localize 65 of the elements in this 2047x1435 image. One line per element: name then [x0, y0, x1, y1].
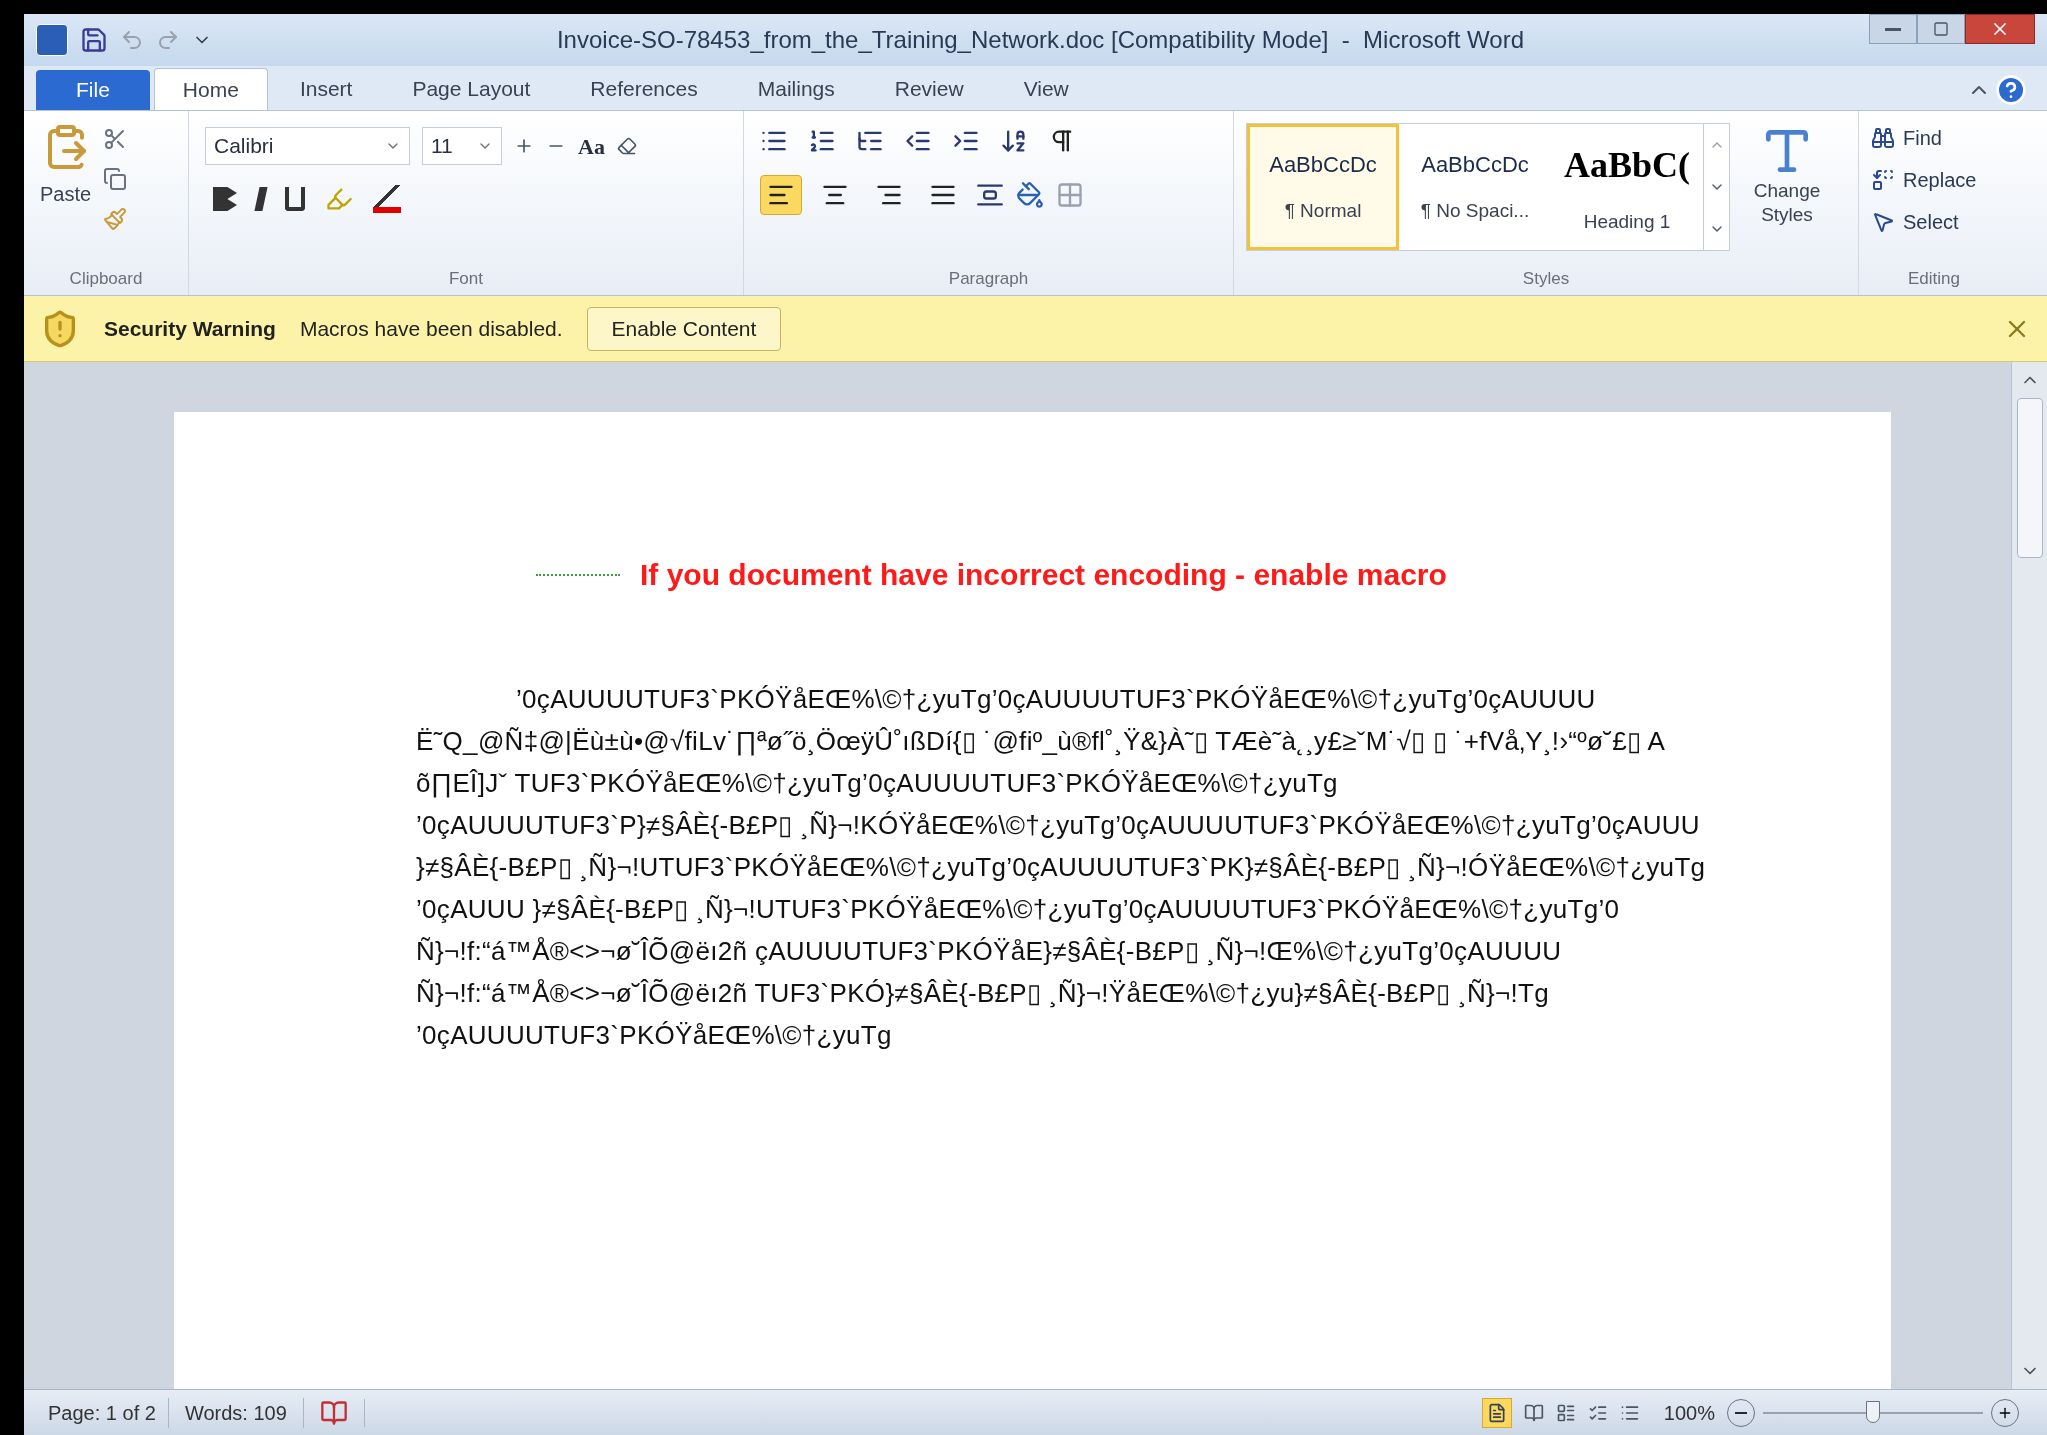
underline-button[interactable]	[285, 187, 305, 211]
help-icon[interactable]	[1995, 74, 2027, 106]
style-item[interactable]: AaBbC( Heading 1	[1551, 124, 1703, 250]
style-item[interactable]: AaBbCcDc ¶ No Spaci...	[1399, 124, 1551, 250]
group-label: Font	[449, 267, 483, 290]
close-button[interactable]	[1965, 14, 2035, 44]
align-left-icon[interactable]	[760, 175, 802, 215]
scrollbar-thumb[interactable]	[2016, 398, 2043, 558]
body-text-line: õ∏EÎ]Jˇ TUF3`PKÓŸåEŒ%\©†¿yuTg’0çAUUUUTUF3`PKÓŸåEŒ%\©†¿yuTg	[416, 769, 1338, 797]
body-text-line: Ñ}¬!f:“á™Å®<>¬ø˘ÎÕ@ëı2ñ TUF3`PKÓ}≠§ÂÈ{-B£P▯ ¸Ñ}¬!ŸåEŒ%\©†¿yu}≠§ÂÈ{-B£P▯ ¸Ñ}¬!Tg	[416, 979, 1549, 1007]
body-text-line: ’0çAUUUUTUF3`P}≠§ÂÈ{-B£P▯ ¸Ñ}¬!KÓŸåEŒ%\©†¿yuTg’0çAUUUUTUF3`PKÓŸåEŒ%\©†¿yuTg’0çAUUU	[416, 811, 1700, 839]
ribbon-tab[interactable]: Review	[866, 68, 992, 110]
word-count[interactable]: Words: 109	[168, 1397, 304, 1428]
page-count[interactable]: Page: 1 of 2	[36, 1397, 169, 1428]
maximize-icon	[1933, 21, 1949, 37]
warning-title: Security Warning	[104, 315, 276, 342]
ribbon-tab[interactable]: Insert	[271, 68, 381, 110]
minimize-icon	[1885, 27, 1901, 31]
body-text-line: ’0çAUUU }≠§ÂÈ{-B£P▯ ¸Ñ}¬!UTUF3`PKÓŸåEŒ%\©†¿yuTg’0çAUUUUTUF3`PKÓŸåEŒ%\©†¿yuTg’0	[416, 895, 1620, 923]
body-text-line: Ñ}¬!f:“á™Å®<>¬ø˘ÎÕ@ëı2ñ çAUUUUTUF3`PKÓŸåE}≠§ÂÈ{-B£P▯ ¸Ñ}¬!Œ%\©†¿yuTg’0çAUUUU	[416, 937, 1562, 965]
font-name-field[interactable]: Calibri	[205, 127, 410, 165]
editing-button[interactable]: Select	[1871, 207, 1997, 237]
maximize-button[interactable]	[1917, 14, 1965, 44]
change-case-button[interactable]: Aa	[578, 129, 605, 163]
body-text-line: }≠§ÂÈ{-B£P▯ ¸Ñ}¬!UTUF3`PKÓŸåEŒ%\©†¿yuTg’0çAUUUUTUF3`PK}≠§ÂÈ{-B£P▯ ¸Ñ}¬!ÓŸåEŒ%\©†¿yuTg	[416, 853, 1706, 881]
style-item[interactable]: AaBbCcDc ¶ Normal	[1247, 124, 1399, 250]
body-text-line: ’0çAUUUUTUF3`PKÓŸåEŒ%\©†¿yuTg	[416, 1021, 892, 1049]
reading-layout-icon[interactable]	[1523, 1402, 1544, 1423]
minus-icon	[1735, 1411, 1747, 1414]
paste-button[interactable]: Paste	[40, 119, 92, 266]
ribbon-tab[interactable]: Mailings	[729, 68, 863, 110]
font-size-field[interactable]: 11	[422, 127, 502, 165]
ribbon-tab[interactable]: View	[995, 68, 1097, 110]
body-text-line: ’0çAUUUUTUF3`PKÓŸåEŒ%\©†¿yuTg’0çAUUUUTUF3`PKÓŸåEŒ%\©†¿yuTg’0çAUUUU	[516, 685, 1596, 713]
minimize-button[interactable]	[1869, 14, 1917, 44]
bold-button[interactable]	[213, 187, 237, 211]
web-layout-icon[interactable]	[1555, 1402, 1576, 1423]
save-icon[interactable]	[80, 26, 108, 54]
change-styles-button[interactable]: Change Styles	[1742, 123, 1832, 266]
zoom-level: 100%	[1662, 1400, 1716, 1426]
document-heading: If you document have incorrect encoding - enable macro	[640, 557, 1447, 593]
ribbon-tab[interactable]: Page Layout	[384, 68, 559, 110]
group-label: Styles	[1522, 267, 1570, 290]
warning-message: Macros have been disabled.	[299, 315, 563, 342]
window-title: Invoice-SO-78453_from_the_Training_Network.doc [Compatibility Mode] - Microsoft Word	[556, 25, 1525, 55]
replace-icon	[1871, 168, 1895, 192]
shading-icon[interactable]	[1016, 181, 1044, 209]
editing-button[interactable]: Find	[1871, 123, 1997, 153]
body-text-line: Ë˜Q_@Ñ‡@|Ëù±ù•@√fiLv˙∏ªø˝ö¸ÖœÿÛ˚ıßDí{▯ ˙@fiº_ù®fl˚¸Ÿ&}À˜▯ TÆè˜à˛¸y£≥ˇM˙√▯ ▯ ˙+fVå‚Y¸!›“ºø˘£▯ A	[416, 727, 1666, 755]
copy-icon[interactable]	[103, 167, 128, 191]
print-layout-icon[interactable]	[1481, 1397, 1512, 1428]
cursor-icon	[1871, 210, 1895, 234]
clear-formatting-icon[interactable]	[616, 136, 637, 156]
group-label: Clipboard	[69, 267, 143, 290]
italic-button[interactable]	[254, 187, 268, 211]
enable-content-button[interactable]: Enable Content	[586, 306, 782, 351]
zoom-slider-thumb[interactable]	[1866, 1400, 1880, 1423]
editing-button[interactable]: Replace	[1871, 165, 1997, 195]
ribbon-tab[interactable]: References	[562, 68, 726, 110]
binoculars-icon	[1871, 126, 1895, 150]
ribbon-tab[interactable]: Home	[153, 68, 268, 110]
file-tab[interactable]: File	[36, 70, 150, 110]
group-label: Editing	[1908, 267, 1960, 290]
proofing-icon[interactable]	[319, 1398, 348, 1427]
group-label: Paragraph	[948, 267, 1029, 290]
